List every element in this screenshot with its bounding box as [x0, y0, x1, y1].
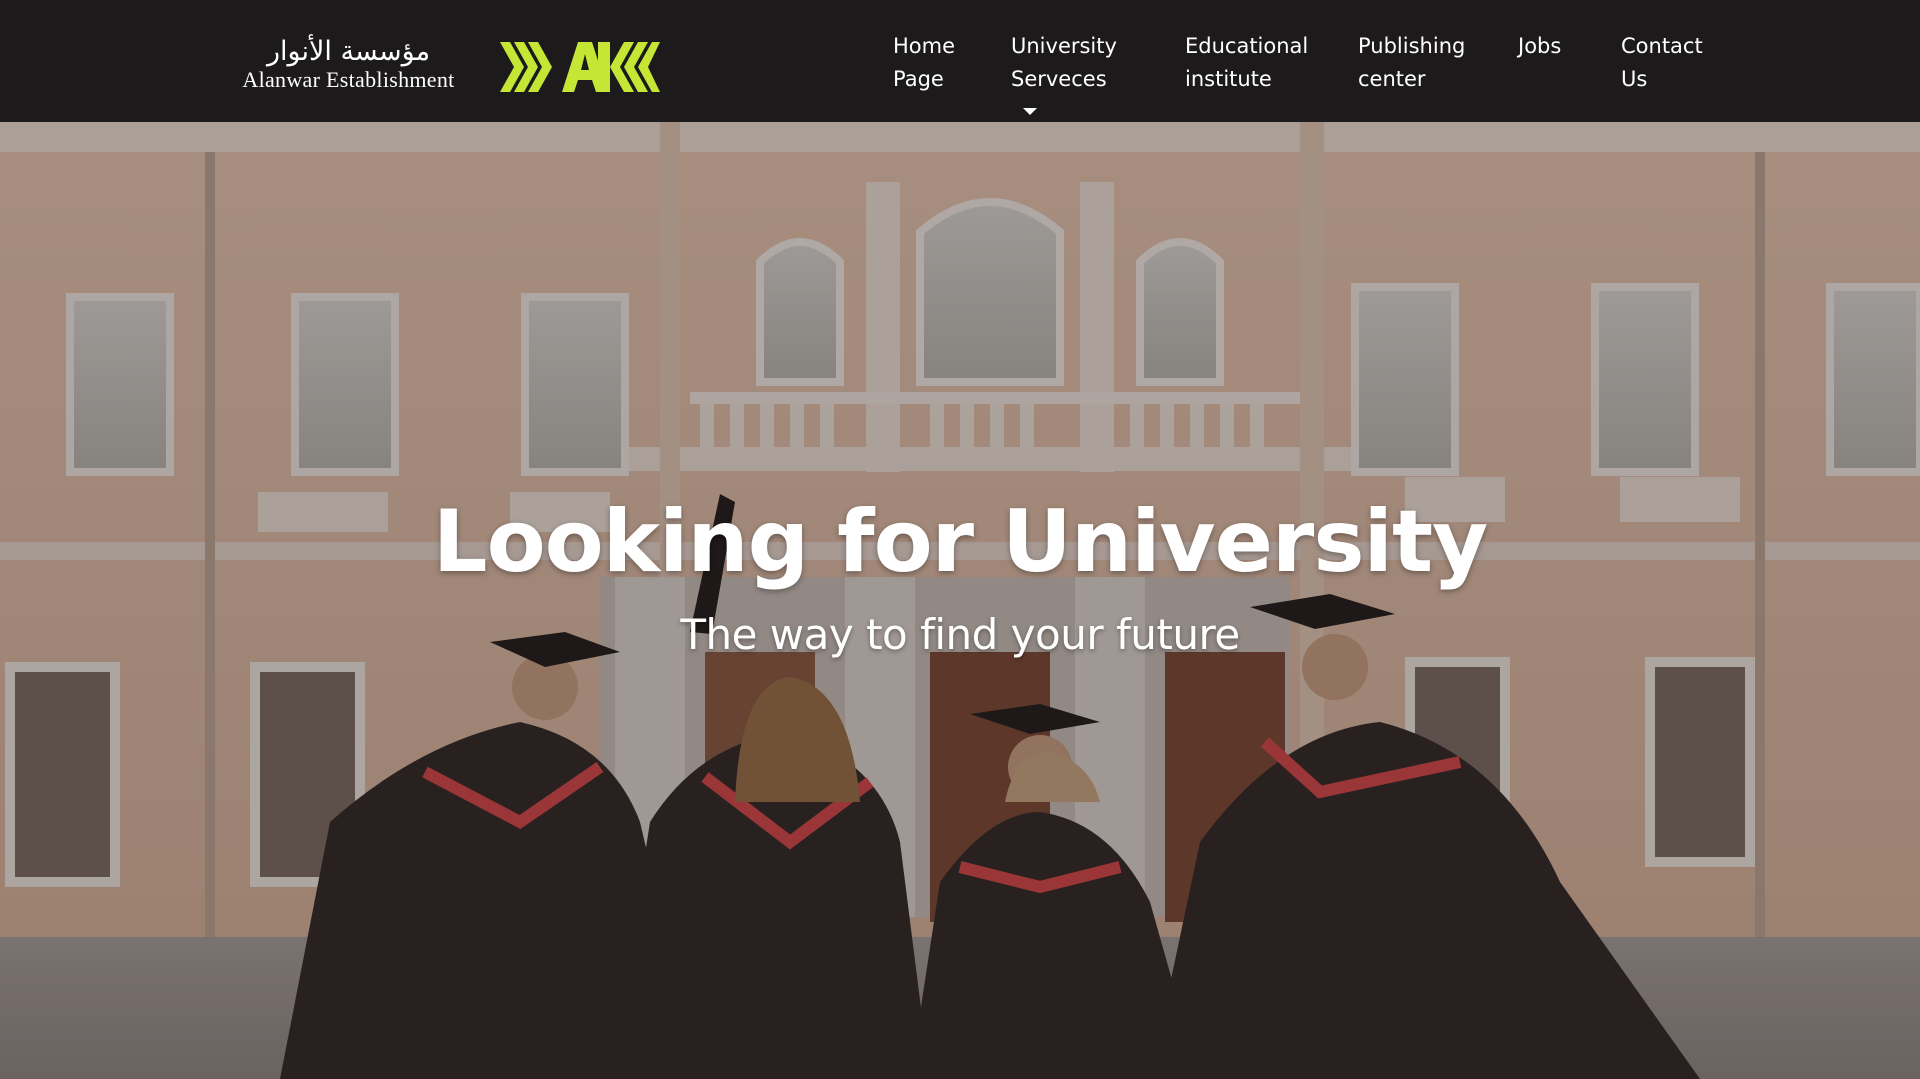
nav-item-label: Home Page [893, 34, 956, 91]
brand-name-link[interactable]: مؤسسة الأنوار Alanwar Establishment [236, 36, 461, 92]
nav-item-publishing-center[interactable]: Publishing center [1358, 30, 1465, 96]
alanwar-chevron-logo-icon[interactable] [500, 40, 660, 94]
nav-item-label: Publishing center [1358, 34, 1466, 91]
nav-item-label: University Serveces [1011, 34, 1117, 91]
nav-item-educational-institute[interactable]: Educational institute [1185, 30, 1308, 96]
hero-overlay [0, 122, 1920, 1079]
hero-section: Looking for University The way to find y… [0, 122, 1920, 1079]
nav-item-university-serveces[interactable]: University Serveces [1011, 30, 1117, 129]
nav-item-label: Contact Us [1621, 34, 1703, 91]
hero-title: Looking for University [432, 492, 1488, 592]
nav-item-label: Educational institute [1185, 34, 1309, 91]
nav-item-contact-us[interactable]: Contact Us [1621, 30, 1703, 96]
caret-down-icon [1023, 107, 1037, 115]
brand-arabic-name: مؤسسة الأنوار [266, 36, 431, 67]
brand-latin-name: Alanwar Establishment [242, 67, 455, 92]
nav-item-label: Jobs [1518, 34, 1562, 58]
nav-item-jobs[interactable]: Jobs [1518, 30, 1561, 63]
nav-item-home-page[interactable]: Home Page [893, 30, 955, 96]
hero-subtitle: The way to find your future [680, 610, 1240, 659]
top-navbar: مؤسسة الأنوار Alanwar Establishment Home… [0, 0, 1920, 122]
